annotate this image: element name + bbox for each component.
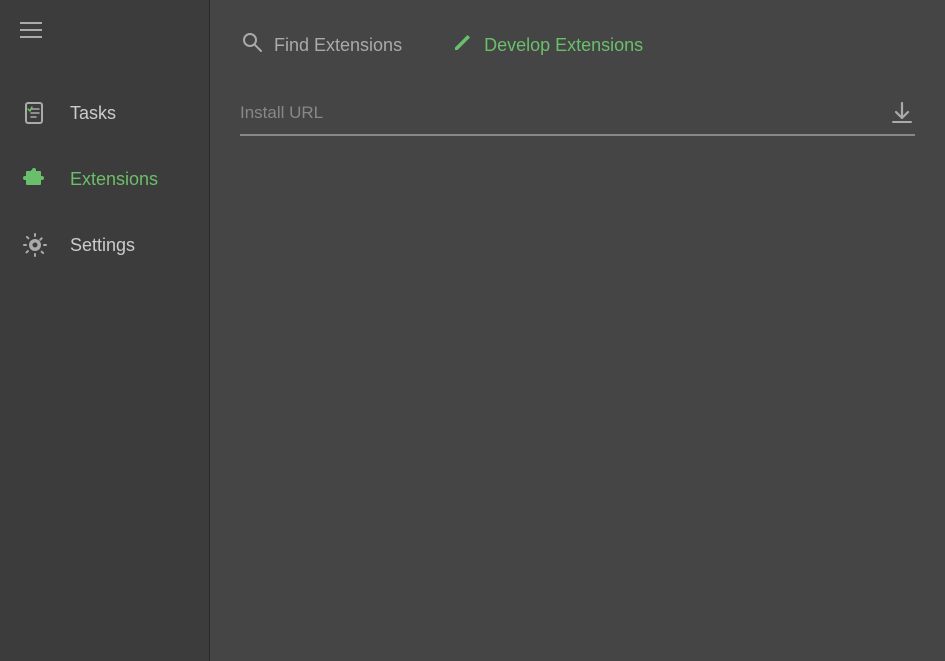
tasks-icon [20, 98, 50, 128]
sidebar-item-tasks-label: Tasks [70, 103, 116, 124]
pencil-icon [452, 31, 474, 59]
sidebar-item-extensions[interactable]: Extensions [0, 146, 209, 212]
hamburger-line-3 [20, 36, 42, 38]
topbar: Find Extensions Develop Extensions [210, 0, 945, 90]
extensions-icon [20, 164, 50, 194]
install-url-input[interactable] [240, 103, 879, 123]
sidebar-item-extensions-label: Extensions [70, 169, 158, 190]
tab-find-extensions[interactable]: Find Extensions [240, 22, 402, 68]
tab-find-extensions-label: Find Extensions [274, 35, 402, 56]
sidebar-item-settings[interactable]: Settings [0, 212, 209, 278]
hamburger-menu-button[interactable] [20, 22, 42, 38]
hamburger-line-2 [20, 29, 42, 31]
hamburger-line-1 [20, 22, 42, 24]
sidebar-item-settings-label: Settings [70, 235, 135, 256]
settings-icon [20, 230, 50, 260]
search-icon [240, 30, 264, 60]
main-content: Find Extensions Develop Extensions [210, 0, 945, 661]
sidebar-item-tasks[interactable]: Tasks [0, 80, 209, 146]
sidebar-nav: Tasks Extensions Settings [0, 60, 209, 661]
tab-develop-extensions-label: Develop Extensions [484, 35, 643, 56]
tab-develop-extensions[interactable]: Develop Extensions [452, 23, 643, 67]
content-area [210, 90, 945, 661]
sidebar: Tasks Extensions Settings [0, 0, 210, 661]
url-bar-row [240, 100, 915, 136]
sidebar-header [0, 0, 209, 60]
install-download-button[interactable] [889, 100, 915, 126]
